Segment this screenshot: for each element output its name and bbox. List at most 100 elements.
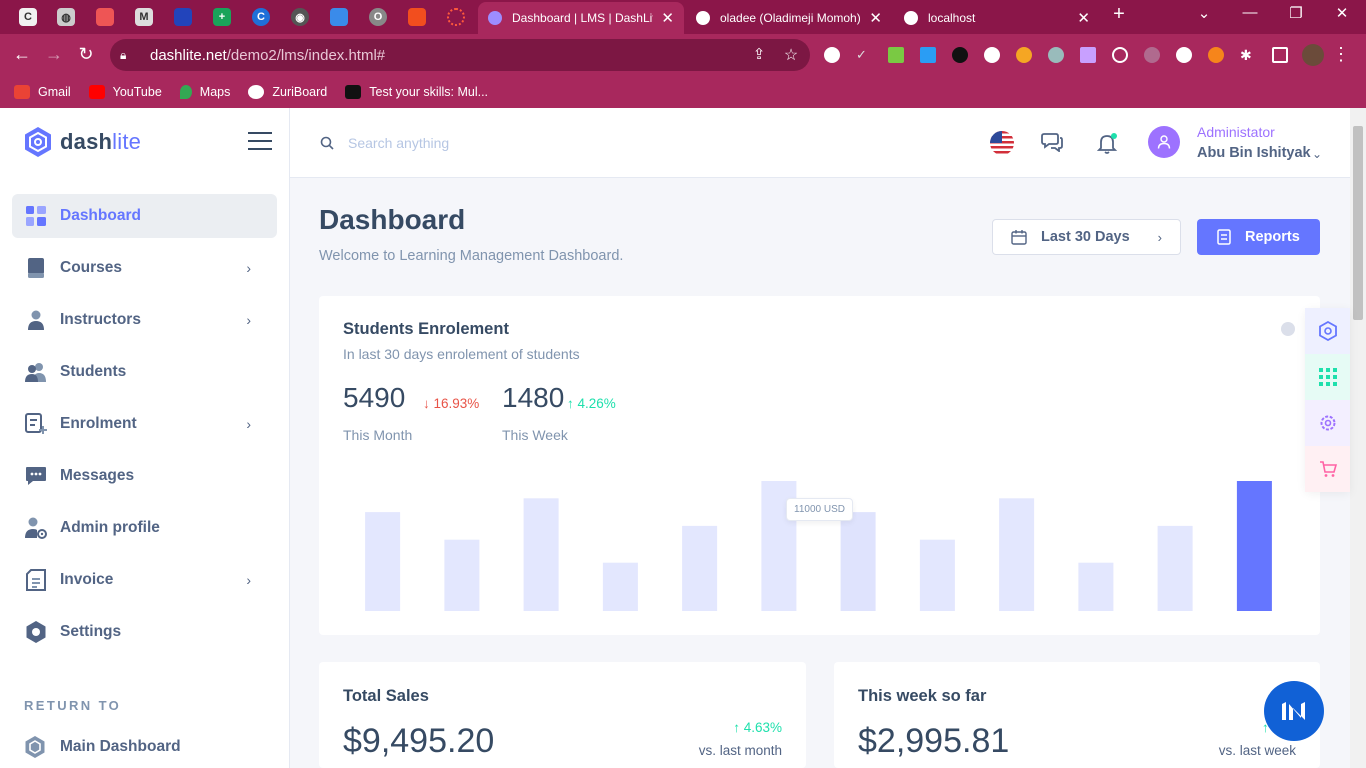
eye-extension-icon[interactable] bbox=[952, 47, 968, 63]
chevron-right-icon: › bbox=[246, 260, 251, 276]
extension-icon[interactable] bbox=[1016, 47, 1032, 63]
sidebar-item-students[interactable]: Students bbox=[12, 350, 277, 394]
pinned-tab-eye[interactable]: ◉ bbox=[291, 8, 309, 26]
chart-bar-7[interactable] bbox=[919, 539, 955, 611]
chart-bar-4[interactable] bbox=[682, 525, 718, 611]
month-value: 5490 bbox=[343, 382, 406, 413]
pinned-tab-sheets[interactable]: + bbox=[213, 8, 231, 26]
week-value: 1480 bbox=[502, 382, 565, 413]
calendar-icon bbox=[1011, 230, 1027, 245]
pinned-tab-o[interactable]: O bbox=[369, 8, 387, 26]
scrollbar-thumb[interactable] bbox=[1353, 126, 1363, 320]
users-icon bbox=[24, 360, 48, 384]
panel-apps-button[interactable] bbox=[1305, 354, 1350, 400]
tab-github[interactable]: oladee (Oladimeji Momoh) ✕ bbox=[686, 2, 892, 34]
extension-icon[interactable] bbox=[1080, 47, 1096, 63]
download-extension-icon[interactable] bbox=[920, 47, 936, 63]
info-icon[interactable] bbox=[1281, 322, 1295, 336]
bookmark-maps[interactable]: Maps bbox=[179, 85, 230, 99]
chart-bar-1[interactable] bbox=[444, 539, 480, 611]
plus-extension-icon[interactable] bbox=[984, 47, 1000, 63]
pinned-tab-circle[interactable] bbox=[447, 8, 465, 26]
chat-widget-icon bbox=[1282, 702, 1305, 720]
sidebar-item-dashboard[interactable]: Dashboard bbox=[12, 194, 277, 238]
reload-icon[interactable]: ↻ bbox=[75, 44, 97, 65]
chevron-right-icon: › bbox=[246, 572, 251, 588]
chart-bar-9[interactable] bbox=[1078, 562, 1114, 611]
bookmark-star-icon[interactable]: ☆ bbox=[780, 45, 802, 65]
logo[interactable]: dashlite bbox=[24, 126, 141, 158]
chart-tooltip: 11000 USD bbox=[786, 498, 853, 521]
sidebar-item-instructors[interactable]: Instructors › bbox=[12, 298, 277, 342]
metamask-icon[interactable] bbox=[1208, 47, 1224, 63]
react-extension-icon[interactable] bbox=[1112, 47, 1128, 63]
user-name[interactable]: Abu Bin Ishityak bbox=[1197, 145, 1311, 161]
restore-icon[interactable]: ❐ bbox=[1276, 4, 1316, 22]
chat-bubbles-icon[interactable] bbox=[1041, 132, 1063, 152]
extension-icon[interactable] bbox=[1176, 47, 1192, 63]
sidebar-item-admin-profile[interactable]: Admin profile bbox=[12, 506, 277, 550]
tab-search-icon[interactable]: ⌄ bbox=[1184, 4, 1224, 22]
sidebar-item-courses[interactable]: Courses › bbox=[12, 246, 277, 290]
extension-icon[interactable] bbox=[824, 47, 840, 63]
close-tab-icon[interactable]: ✕ bbox=[1077, 9, 1090, 27]
close-tab-icon[interactable]: ✕ bbox=[869, 9, 882, 27]
minimize-icon[interactable]: — bbox=[1230, 4, 1270, 21]
puzzle-icon[interactable]: ✱ bbox=[1240, 47, 1256, 63]
sidebar-item-invoice[interactable]: Invoice › bbox=[12, 558, 277, 602]
pinned-tab-pdf[interactable] bbox=[96, 8, 114, 26]
user-avatar[interactable] bbox=[1148, 126, 1180, 158]
extension-icon[interactable] bbox=[888, 47, 904, 63]
extension-icon[interactable] bbox=[1144, 47, 1160, 63]
chart-bar-0[interactable] bbox=[365, 512, 401, 611]
pinned-tab-figma[interactable] bbox=[408, 8, 426, 26]
pinned-tab-shield[interactable] bbox=[174, 8, 192, 26]
bookmark-zuriboard[interactable]: ZuriBoard bbox=[248, 85, 327, 99]
new-tab-icon[interactable]: + bbox=[1099, 3, 1139, 26]
chart-bar-6[interactable] bbox=[840, 512, 876, 611]
tab-dashlite[interactable]: Dashboard | LMS | DashLite ✕ bbox=[478, 2, 684, 34]
pinned-tab-chat[interactable] bbox=[330, 8, 348, 26]
pinned-tab-globe[interactable]: ◍ bbox=[57, 8, 75, 26]
tab-localhost[interactable]: localhost ✕ bbox=[894, 2, 1100, 34]
chart-bar-3[interactable] bbox=[602, 562, 638, 611]
pinned-tab-gmail[interactable]: M bbox=[135, 8, 153, 26]
chevron-down-icon[interactable]: ⌄ bbox=[1312, 147, 1322, 161]
address-bar[interactable]: 🔒︎ dashlite.net/demo2/lms/index.html# bbox=[110, 39, 810, 71]
back-icon[interactable]: ← bbox=[11, 44, 33, 65]
chat-widget-button[interactable] bbox=[1264, 681, 1324, 741]
close-window-icon[interactable]: ✕ bbox=[1322, 4, 1362, 22]
extension-icon[interactable] bbox=[1048, 47, 1064, 63]
close-tab-icon[interactable]: ✕ bbox=[661, 9, 674, 27]
bookmark-mdn[interactable]: Test your skills: Mul... bbox=[345, 85, 488, 99]
pinned-tab-c[interactable]: C bbox=[19, 8, 37, 26]
browser-menu-icon[interactable]: ⋮ bbox=[1330, 44, 1352, 65]
sidebar-item-settings[interactable]: Settings bbox=[12, 610, 277, 654]
bookmark-gmail[interactable]: Gmail bbox=[14, 85, 71, 99]
share-icon[interactable]: ⇪ bbox=[748, 45, 770, 63]
reports-button[interactable]: Reports bbox=[1197, 219, 1320, 255]
panel-settings-button[interactable] bbox=[1305, 400, 1350, 446]
chart-bar-8[interactable] bbox=[999, 498, 1035, 611]
menu-toggle-icon[interactable] bbox=[248, 132, 272, 150]
check-extension-icon[interactable]: ✓ bbox=[856, 47, 872, 63]
panel-logo-button[interactable] bbox=[1305, 308, 1350, 354]
chart-bar-10[interactable] bbox=[1157, 525, 1193, 611]
bell-icon[interactable] bbox=[1097, 132, 1119, 154]
sidebar-item-enrolment[interactable]: Enrolment › bbox=[12, 402, 277, 446]
profile-avatar[interactable] bbox=[1302, 44, 1324, 66]
bookmark-youtube[interactable]: YouTube bbox=[88, 85, 162, 99]
panel-cart-button[interactable] bbox=[1305, 446, 1350, 492]
sidebar-item-messages[interactable]: Messages bbox=[12, 454, 277, 498]
search-input[interactable] bbox=[348, 130, 748, 156]
date-range-button[interactable]: Last 30 Days › bbox=[992, 219, 1181, 255]
chart-bar-11[interactable] bbox=[1236, 481, 1272, 611]
cart-icon bbox=[1319, 461, 1337, 477]
page-scrollbar[interactable] bbox=[1350, 108, 1366, 768]
chart-bar-2[interactable] bbox=[523, 498, 559, 611]
main-dashboard-link[interactable]: Main Dashboard bbox=[24, 736, 181, 758]
pinned-tab-c-blue[interactable]: C bbox=[252, 8, 270, 26]
us-flag-icon[interactable] bbox=[990, 131, 1014, 155]
side-panel-icon[interactable] bbox=[1272, 47, 1288, 63]
forward-icon[interactable]: → bbox=[43, 44, 65, 65]
